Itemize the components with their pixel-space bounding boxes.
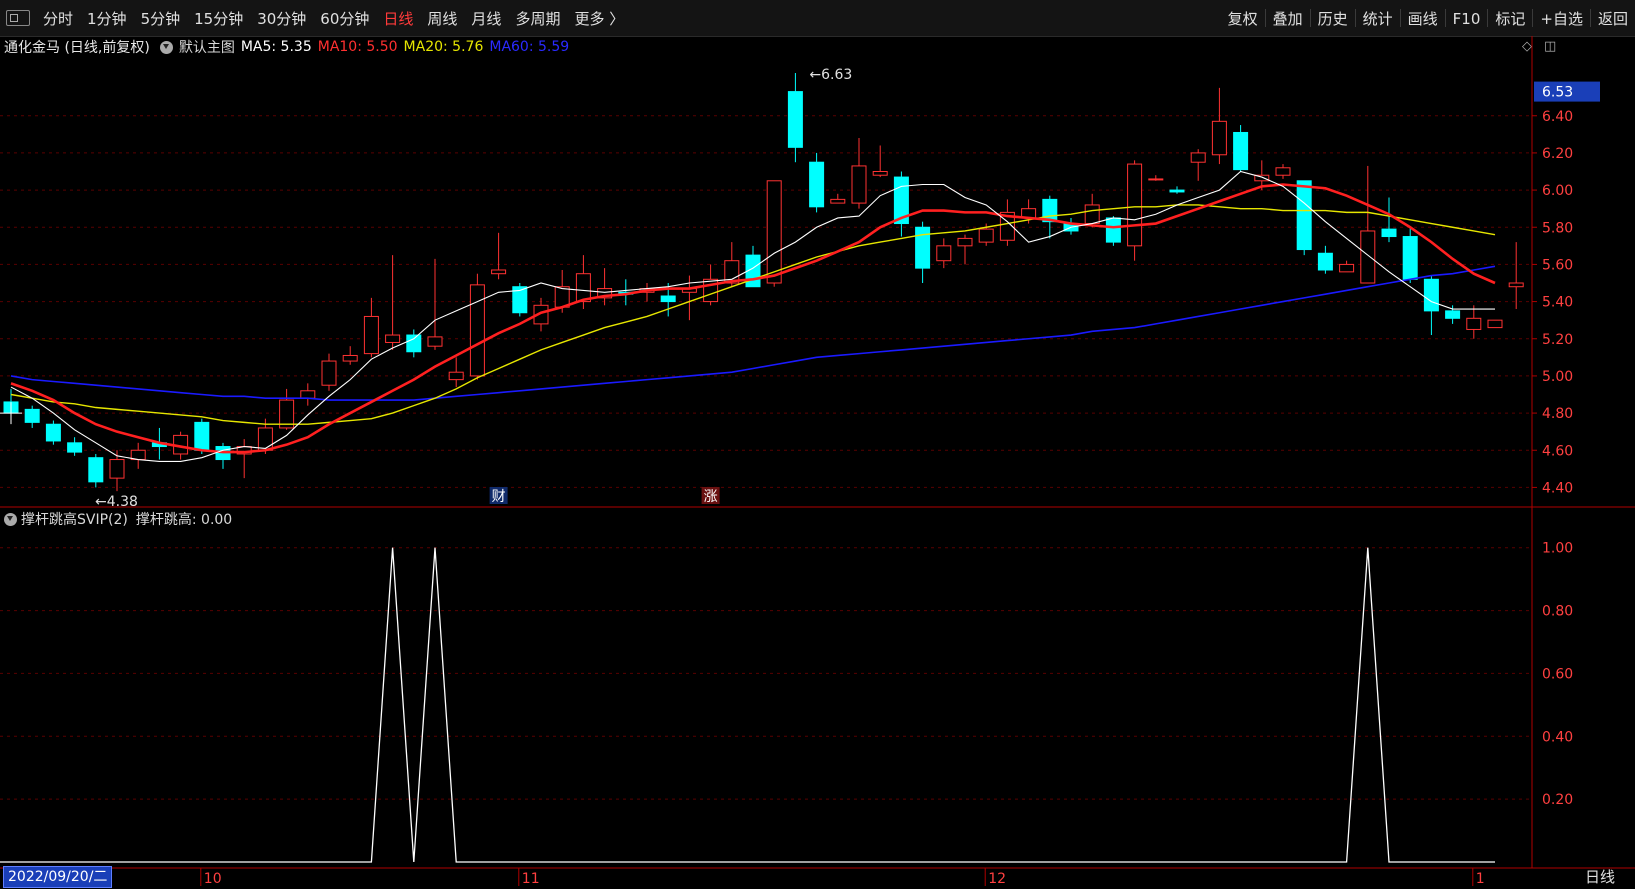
candle-body (957, 237, 973, 247)
candle-body (872, 171, 888, 176)
indicator-tick-label: 0.40 (1542, 729, 1573, 745)
price-tick-label: 6.20 (1542, 146, 1573, 162)
candle-body (915, 226, 931, 269)
price-tick-label: 4.80 (1542, 406, 1573, 422)
candle-body (1508, 282, 1524, 288)
indicator-tick-label: 0.80 (1542, 604, 1573, 620)
candle-body (1233, 131, 1249, 171)
marker-cai: 财 (492, 489, 506, 505)
indicator-tick-label: 0.60 (1542, 666, 1573, 682)
price-tick-label: 4.40 (1542, 480, 1573, 496)
date-tick-label: 10 (204, 871, 222, 887)
candle-body (978, 228, 994, 243)
low-price-annotation: ←4.38 (95, 494, 138, 510)
candle-body (1402, 236, 1418, 280)
indicator-tick-label: 0.20 (1542, 792, 1573, 808)
price-tick-label: 5.00 (1542, 369, 1573, 385)
candle-body (1423, 278, 1439, 312)
candle-body (851, 165, 867, 204)
candle-body (1148, 178, 1164, 181)
candle-body (830, 198, 846, 204)
candle-body (575, 273, 591, 303)
candle-body (1339, 263, 1355, 273)
indicator-tick-label: 1.00 (1542, 541, 1573, 557)
current-price-label: 6.53 (1542, 85, 1573, 101)
high-price-annotation: ←6.63 (809, 67, 852, 83)
candle-body (406, 334, 422, 353)
candle-body (1296, 180, 1312, 251)
price-tick-label: 5.20 (1542, 332, 1573, 348)
candle-body (1487, 319, 1503, 329)
candle-body (1466, 317, 1482, 330)
candle-body (1211, 120, 1227, 156)
candle-body (703, 278, 719, 303)
price-tick-label: 5.40 (1542, 295, 1573, 311)
date-tick-label: 11 (522, 871, 540, 887)
candle-body (342, 354, 358, 362)
candle-body (45, 423, 61, 442)
stock-chart[interactable]: 6.40 6.20 6.00 5.80 5.60 5.40 5.20 5.00 4.80 4.60… (0, 0, 1635, 889)
marker-zhang: 涨 (704, 489, 718, 505)
candle-body (321, 360, 337, 386)
candle-body (194, 421, 210, 451)
candle-body (1190, 152, 1206, 163)
price-tick-label: 5.80 (1542, 220, 1573, 236)
candle-body (88, 457, 104, 483)
candle-body (448, 371, 464, 381)
candle-body (491, 269, 507, 275)
candle-body (1317, 252, 1333, 271)
candle-body (1445, 310, 1461, 319)
candle-body (257, 427, 273, 451)
ma20-line (10, 204, 1496, 425)
candle-body (660, 295, 676, 303)
price-tick-label: 5.60 (1542, 257, 1573, 273)
candle-body (1127, 163, 1143, 247)
candle-body (1275, 167, 1291, 176)
candle-body (1105, 217, 1121, 243)
candle-body (809, 161, 825, 208)
ma10-line (10, 183, 1496, 454)
period-label[interactable]: 日线 (1585, 866, 1615, 887)
date-tick-label: 1 (1476, 871, 1485, 887)
candle-body (936, 245, 952, 262)
candle-body (385, 334, 401, 343)
candle-body (469, 284, 485, 377)
candle-body (766, 180, 782, 284)
candle-body (363, 315, 379, 355)
ma5-line (10, 170, 1495, 462)
candle-body (1360, 230, 1376, 284)
candle-body (1084, 204, 1100, 225)
date-tick-label: 12 (988, 871, 1006, 887)
candle-body (300, 390, 316, 399)
price-tick-label: 4.60 (1542, 443, 1573, 459)
price-tick-label: 6.00 (1542, 183, 1573, 199)
indicator-line (0, 547, 1495, 863)
candle-body (1381, 228, 1397, 238)
candle-body (787, 91, 803, 148)
candle-body (109, 459, 125, 479)
cursor-date: 2022/09/20/二 (3, 866, 113, 888)
candle-body (1169, 189, 1185, 193)
candle-body (24, 408, 40, 423)
price-tick-label: 6.40 (1542, 109, 1573, 125)
candle-body (67, 442, 83, 453)
candle-body (427, 336, 443, 347)
